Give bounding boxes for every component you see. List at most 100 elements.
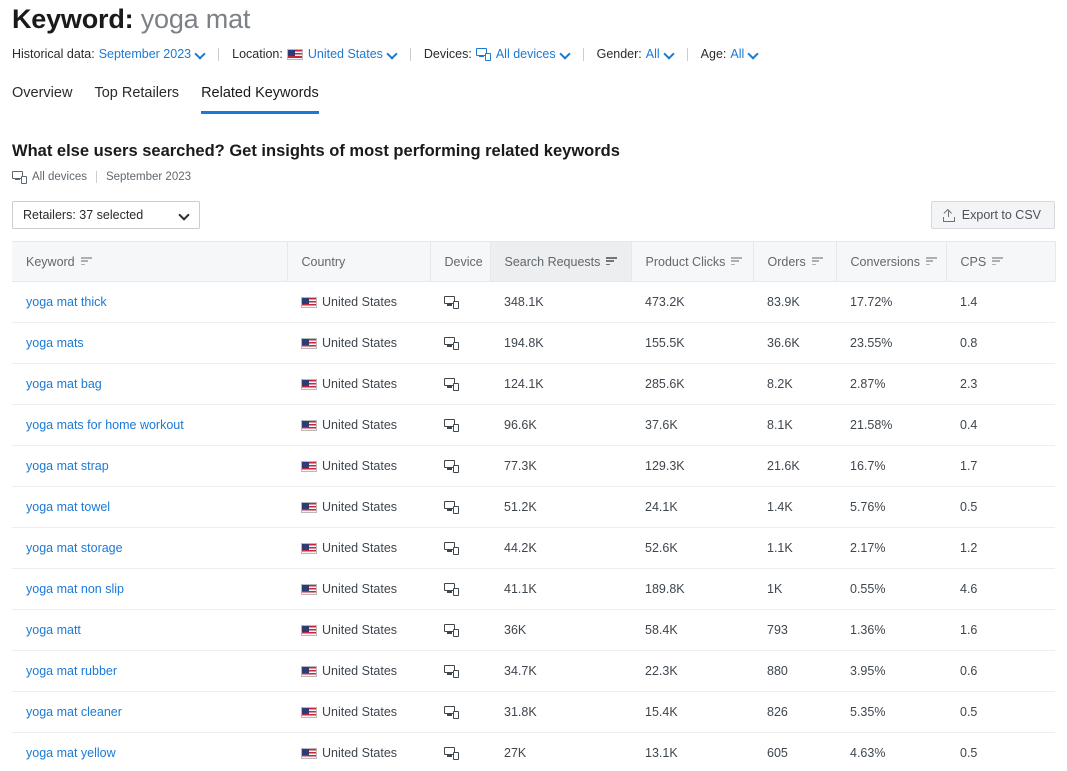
cell-orders: 605 xyxy=(753,732,836,771)
filter-gender[interactable]: Gender: All xyxy=(597,46,674,62)
cell-product-clicks: 473.2K xyxy=(631,281,753,323)
country-name: United States xyxy=(322,582,398,596)
keyword-link[interactable]: yoga mat non slip xyxy=(26,582,124,596)
sort-icon xyxy=(992,257,1004,266)
cell-orders: 83.9K xyxy=(753,281,836,323)
filter-historical-data-value[interactable]: September 2023 xyxy=(99,46,205,62)
cell-product-clicks: 52.6K xyxy=(631,527,753,569)
cell-country: United States xyxy=(287,404,430,446)
cell-orders: 8.1K xyxy=(753,404,836,446)
column-header-keyword-label: Keyword xyxy=(26,254,75,269)
us-flag-icon xyxy=(301,542,317,554)
cell-country: United States xyxy=(287,363,430,405)
table-row: yoga mat storage United States 44.2K 52.6K 1… xyxy=(12,527,1055,569)
filter-location-label: Location: xyxy=(232,47,283,61)
cell-cps: 0.6 xyxy=(946,650,1055,692)
cell-conversions: 0.55% xyxy=(836,568,946,610)
tab-top-retailers[interactable]: Top Retailers xyxy=(94,84,179,114)
keyword-link[interactable]: yoga mat strap xyxy=(26,459,109,473)
filter-location-value[interactable]: United States xyxy=(286,46,397,62)
table-row: yoga mats United States 194.8K 155.5K 36.6K 2… xyxy=(12,322,1055,364)
cell-cps: 0.5 xyxy=(946,732,1055,771)
us-flag-icon xyxy=(301,747,317,759)
keyword-link[interactable]: yoga mat yellow xyxy=(26,746,116,760)
cell-conversions: 5.76% xyxy=(836,486,946,528)
sort-icon xyxy=(606,257,618,266)
column-header-keyword[interactable]: Keyword xyxy=(12,241,288,282)
filter-age[interactable]: Age: All xyxy=(701,46,759,62)
column-header-country[interactable]: Country xyxy=(287,241,431,282)
tab-overview[interactable]: Overview xyxy=(12,84,72,114)
cell-product-clicks: 58.4K xyxy=(631,609,753,651)
column-header-orders[interactable]: Orders xyxy=(753,241,837,282)
filter-devices[interactable]: Devices: All devices xyxy=(424,46,570,62)
retailers-select[interactable]: Retailers: 37 selected xyxy=(12,201,200,229)
filter-location-text: United States xyxy=(307,47,383,61)
cell-country: United States xyxy=(287,322,430,364)
related-keywords-table: Keyword Country Device Search Requests P… xyxy=(12,241,1056,771)
cell-orders: 1K xyxy=(753,568,836,610)
filter-historical-data[interactable]: Historical data: September 2023 xyxy=(12,46,205,62)
us-flag-icon xyxy=(301,460,317,472)
keyword-link[interactable]: yoga mats xyxy=(26,336,84,350)
cell-country: United States xyxy=(287,691,430,733)
cell-cps: 1.6 xyxy=(946,609,1055,651)
column-header-product-clicks[interactable]: Product Clicks xyxy=(631,241,754,282)
keyword-link[interactable]: yoga matt xyxy=(26,623,81,637)
tab-related-keywords[interactable]: Related Keywords xyxy=(201,84,319,114)
country-name: United States xyxy=(322,459,398,473)
table-body: yoga mat thick United States 348.1K 473.2K 8… xyxy=(12,281,1055,771)
sort-icon xyxy=(80,257,92,266)
country-name: United States xyxy=(322,746,398,760)
column-header-conversions[interactable]: Conversions xyxy=(836,241,947,282)
column-header-device[interactable]: Device xyxy=(430,241,491,282)
column-header-cps[interactable]: CPS xyxy=(946,241,1056,282)
cell-conversions: 17.72% xyxy=(836,281,946,323)
table-row: yoga mat rubber United States 34.7K 22.3K 88… xyxy=(12,650,1055,692)
all-devices-icon xyxy=(444,624,459,638)
cell-search-requests: 31.8K xyxy=(490,691,631,733)
column-header-orders-label: Orders xyxy=(767,254,806,269)
cell-conversions: 21.58% xyxy=(836,404,946,446)
keyword-link[interactable]: yoga mat towel xyxy=(26,500,110,514)
cell-search-requests: 36K xyxy=(490,609,631,651)
us-flag-icon xyxy=(301,378,317,390)
keyword-link[interactable]: yoga mat bag xyxy=(26,377,102,391)
column-header-search-requests[interactable]: Search Requests xyxy=(490,241,632,282)
cell-conversions: 23.55% xyxy=(836,322,946,364)
keyword-link[interactable]: yoga mat cleaner xyxy=(26,705,122,719)
us-flag-icon xyxy=(286,48,303,60)
keyword-link[interactable]: yoga mat thick xyxy=(26,295,107,309)
keyword-link[interactable]: yoga mat storage xyxy=(26,541,123,555)
cell-keyword: yoga mat non slip xyxy=(12,568,287,610)
cell-product-clicks: 13.1K xyxy=(631,732,753,771)
all-devices-icon xyxy=(444,501,459,515)
filter-gender-value[interactable]: All xyxy=(646,46,674,62)
filter-devices-value[interactable]: All devices xyxy=(475,46,570,62)
cell-cps: 1.2 xyxy=(946,527,1055,569)
cell-product-clicks: 189.8K xyxy=(631,568,753,610)
section-meta-divider xyxy=(95,171,97,183)
filter-location[interactable]: Location: United States xyxy=(232,46,397,62)
all-devices-icon xyxy=(444,747,459,761)
keyword-link[interactable]: yoga mats for home workout xyxy=(26,418,184,432)
keyword-link[interactable]: yoga mat rubber xyxy=(26,664,117,678)
cell-keyword: yoga mat yellow xyxy=(12,732,287,771)
cell-product-clicks: 37.6K xyxy=(631,404,753,446)
chevron-down-icon xyxy=(561,50,570,59)
filter-age-value[interactable]: All xyxy=(730,46,758,62)
cell-search-requests: 27K xyxy=(490,732,631,771)
all-devices-icon xyxy=(444,542,459,556)
cell-country: United States xyxy=(287,732,430,771)
cell-conversions: 2.17% xyxy=(836,527,946,569)
filter-age-label: Age: xyxy=(700,47,727,61)
all-devices-icon xyxy=(444,583,459,597)
cell-device xyxy=(430,732,490,771)
cell-orders: 826 xyxy=(753,691,836,733)
cell-product-clicks: 24.1K xyxy=(631,486,753,528)
cell-orders: 793 xyxy=(753,609,836,651)
table-row: yoga mat bag United States 124.1K 285.6K 8.2… xyxy=(12,363,1055,405)
export-to-csv-button[interactable]: Export to CSV xyxy=(930,201,1055,229)
cell-orders: 8.2K xyxy=(753,363,836,405)
us-flag-icon xyxy=(301,419,317,431)
